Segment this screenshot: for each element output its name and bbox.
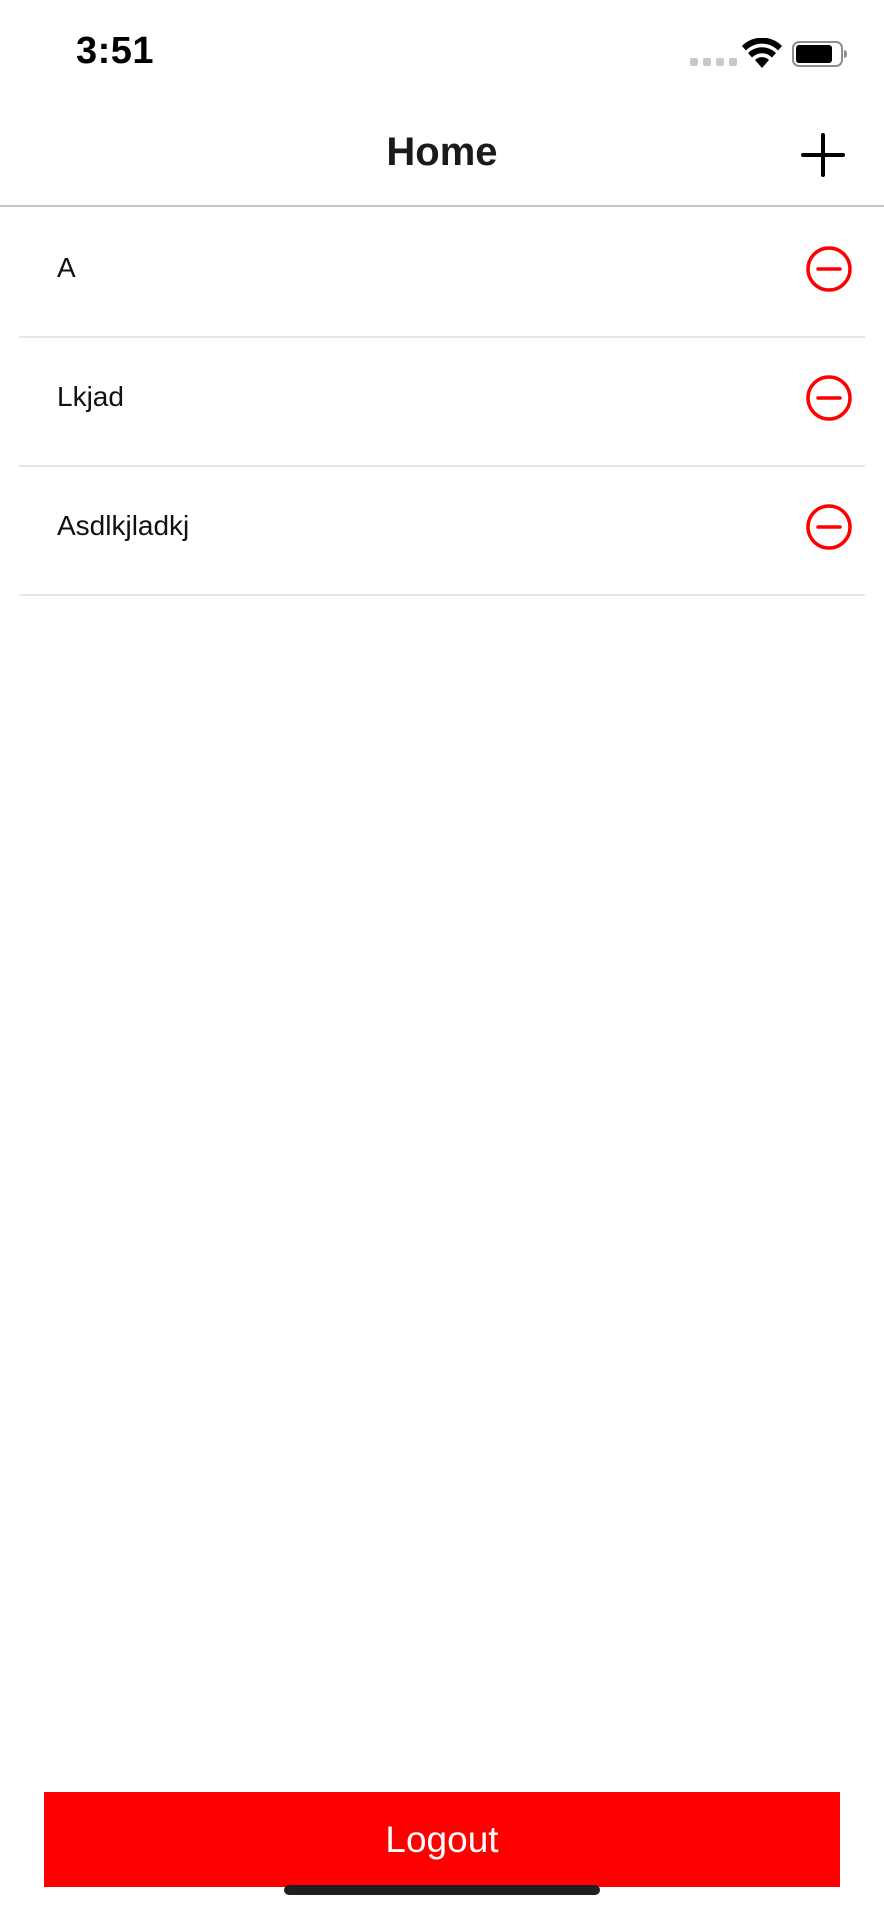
remove-circle-icon[interactable]	[805, 245, 853, 293]
home-indicator	[284, 1885, 600, 1895]
status-time: 3:51	[76, 30, 155, 72]
logout-button[interactable]: Logout	[44, 1792, 840, 1887]
list-item[interactable]: Asdlkjladkj	[19, 467, 865, 596]
cellular-signal-icon	[690, 58, 737, 66]
status-bar: 3:51	[0, 0, 884, 100]
plus-icon[interactable]	[798, 130, 848, 180]
navigation-bar: Home	[0, 100, 884, 207]
battery-icon	[792, 41, 847, 67]
list-item[interactable]: A	[19, 209, 865, 338]
remove-circle-icon[interactable]	[805, 374, 853, 422]
remove-circle-icon[interactable]	[805, 503, 853, 551]
item-list: A Lkjad Asdlkjladkj	[19, 209, 865, 596]
list-item[interactable]: Lkjad	[19, 338, 865, 467]
wifi-icon	[742, 38, 782, 68]
list-item-label: Lkjad	[57, 381, 124, 412]
list-item-label: Asdlkjladkj	[57, 510, 190, 541]
list-item-label: A	[57, 252, 76, 283]
page-title: Home	[386, 130, 498, 174]
